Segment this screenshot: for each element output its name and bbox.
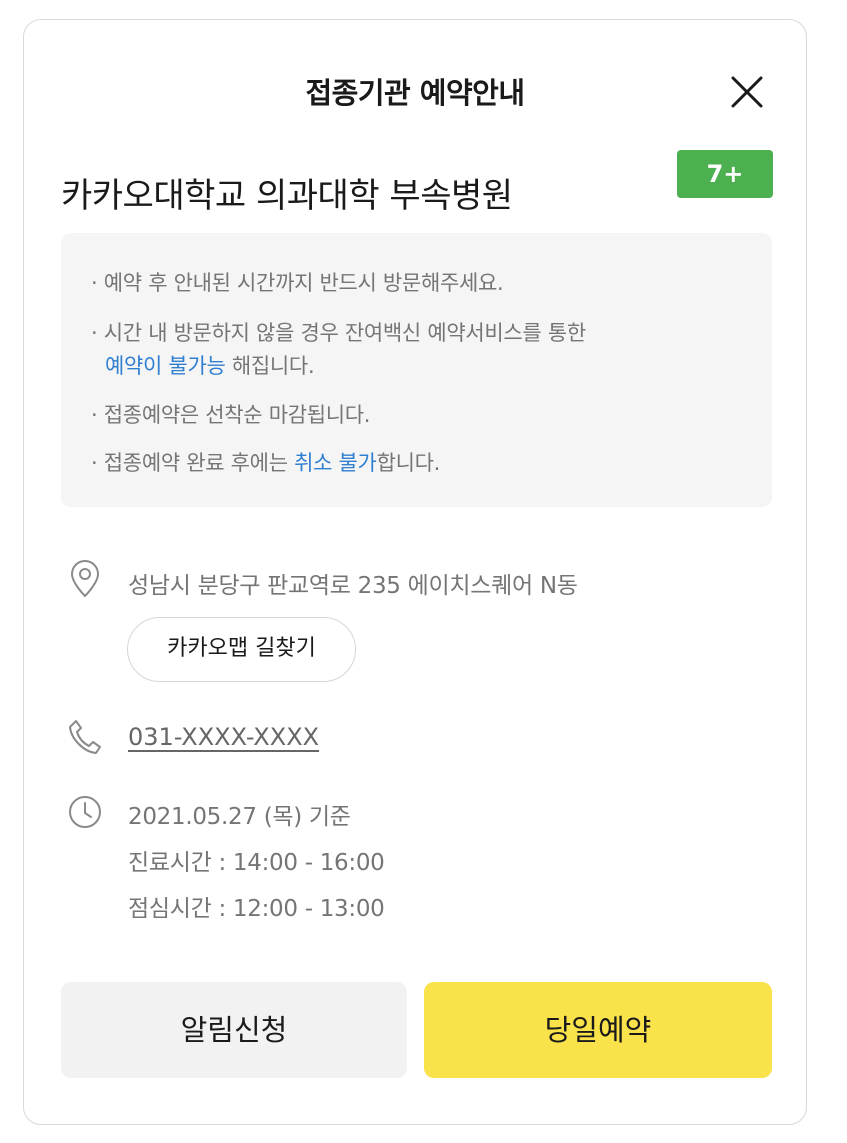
notice-box: · 예약 후 안내된 시간까지 반드시 방문해주세요. · 시간 내 방문하지 … — [61, 233, 772, 507]
same-day-reserve-button[interactable]: 당일예약 — [424, 982, 772, 1078]
notice-bullet: · — [91, 451, 98, 475]
age-badge: 7+ — [677, 150, 773, 198]
notice-highlight: 취소 불가 — [294, 451, 377, 475]
notice-text: 예약 후 안내된 시간까지 반드시 방문해주세요. — [103, 271, 504, 295]
notice-highlight: 예약이 불가능 — [105, 354, 226, 378]
notice-bullet: · — [91, 321, 98, 345]
modal-title: 접종기관 예약안내 — [305, 76, 525, 110]
clinic-hours: 진료시간 : 14:00 - 16:00 — [128, 850, 385, 876]
phone-icon — [69, 720, 101, 754]
clock-icon — [69, 796, 101, 828]
address-text: 성남시 분당구 판교역로 235 에이치스퀘어 N동 — [128, 573, 578, 599]
notify-button[interactable]: 알림신청 — [61, 982, 407, 1078]
notice-bullet: · — [91, 271, 98, 295]
notice-text: 시간 내 방문하지 않을 경우 잔여백신 예약서비스를 통한 — [103, 321, 586, 345]
date-basis: 2021.05.27 (목) 기준 — [128, 804, 351, 830]
notice-item-2-cont: 예약이 불가능 해집니다. — [105, 350, 315, 380]
notice-item-1: · 예약 후 안내된 시간까지 반드시 방문해주세요. — [91, 267, 504, 297]
lunch-hours: 점심시간 : 12:00 - 13:00 — [128, 896, 385, 922]
notice-text: 접종예약 완료 후에는 — [103, 451, 295, 475]
close-icon[interactable] — [727, 72, 767, 112]
notice-item-2: · 시간 내 방문하지 않을 경우 잔여백신 예약서비스를 통한 — [91, 317, 586, 347]
phone-number-link[interactable]: 031-XXXX-XXXX — [128, 723, 319, 751]
notice-item-4: · 접종예약 완료 후에는 취소 불가합니다. — [91, 447, 440, 477]
notice-text: 접종예약은 선착순 마감됩니다. — [103, 403, 371, 427]
notice-bullet: · — [91, 403, 98, 427]
location-pin-icon — [70, 560, 100, 598]
notice-item-3: · 접종예약은 선착순 마감됩니다. — [91, 399, 370, 429]
kakaomap-directions-button[interactable]: 카카오맵 길찾기 — [127, 617, 356, 682]
notice-text: 합니다. — [376, 451, 441, 475]
reservation-modal: 접종기관 예약안내 카카오대학교 의과대학 부속병원 7+ · 예약 후 안내된… — [23, 19, 807, 1125]
notice-text: 해집니다. — [225, 354, 315, 378]
hospital-name: 카카오대학교 의과대학 부속병원 — [61, 176, 513, 216]
